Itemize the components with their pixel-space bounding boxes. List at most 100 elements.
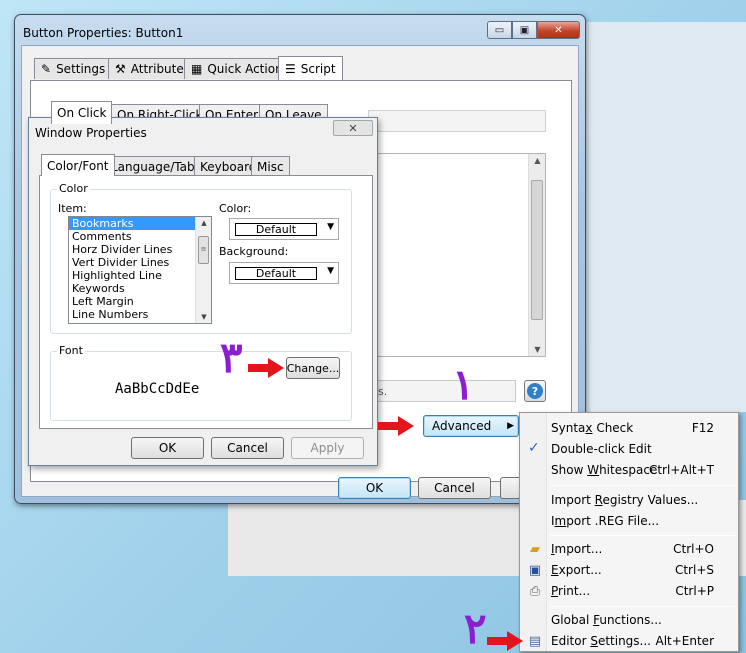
folder-icon: ▰ — [530, 541, 540, 557]
scroll-thumb[interactable] — [531, 180, 543, 320]
item-label: Item: — [58, 202, 87, 215]
subtab-on-click[interactable]: On Click — [51, 101, 113, 124]
menu-item-global-functions[interactable]: Global Functions... — [522, 610, 736, 630]
submenu-arrow-icon: ▶ — [507, 421, 514, 431]
wand-icon: ⚒ — [115, 62, 126, 76]
menu-item-label: Double-click Edit — [551, 442, 652, 456]
dialog-cancel-button[interactable]: Cancel — [211, 437, 284, 459]
chevron-down-icon[interactable]: ▼ — [327, 222, 334, 232]
list-item[interactable]: Highlighted Line — [69, 269, 211, 282]
list-item[interactable]: Comments — [69, 230, 211, 243]
minimize-button[interactable]: ▭ — [487, 21, 512, 39]
color-label: Color: — [219, 202, 252, 215]
scroll-thumb[interactable]: ≡ — [198, 236, 209, 264]
save-icon: ▣ — [528, 562, 542, 578]
menu-item-print[interactable]: ⎙ Print... Ctrl+P — [522, 581, 736, 601]
help-icon: ? — [527, 383, 543, 399]
tab-label: Settings — [56, 62, 106, 76]
editor-scrollbar[interactable]: ▲ ▼ — [528, 154, 545, 356]
close-button[interactable]: ✕ — [537, 21, 580, 39]
tab-settings[interactable]: ✎ Settings — [34, 58, 113, 79]
tab-misc[interactable]: Misc — [251, 156, 290, 176]
help-button[interactable]: ? — [524, 380, 546, 402]
list-scrollbar[interactable]: ▲ ≡ ▼ — [195, 217, 211, 323]
window-title: Button Properties: Button1 — [23, 26, 184, 40]
menu-item-double-click-edit[interactable]: ✓ Double-click Edit — [522, 439, 736, 459]
advanced-context-menu: Syntax Check F12 ✓ Double-click Edit Sho… — [519, 412, 739, 652]
menu-item-import-reg-file[interactable]: Import .REG File... — [522, 511, 736, 531]
background-select[interactable]: Default ▼ — [229, 262, 339, 284]
step-number-3: ٣ — [220, 333, 243, 382]
maximize-button[interactable]: ▣ — [512, 21, 537, 39]
color-swatch: Default — [235, 223, 317, 236]
menu-item-label: Show Whitespace — [551, 463, 658, 477]
menu-item-import-registry[interactable]: Import Registry Values... — [522, 490, 736, 510]
status-field: ns. — [368, 380, 516, 402]
pencil-icon: ✎ — [41, 62, 52, 76]
menu-item-label: Global Functions... — [551, 613, 662, 627]
dialog-ok-button[interactable]: OK — [131, 437, 204, 459]
menu-item-label: Import .REG File... — [551, 514, 660, 528]
color-group-label: Color — [57, 182, 90, 195]
scroll-up-icon[interactable]: ▲ — [529, 156, 546, 165]
menu-separator — [550, 485, 735, 486]
menu-item-label: Editor Settings... — [551, 634, 651, 648]
cancel-button[interactable]: Cancel — [418, 477, 491, 499]
tab-label: Attributes — [130, 62, 191, 76]
list-item[interactable]: Left Margin — [69, 295, 211, 308]
menu-item-shortcut: Ctrl+S — [674, 563, 714, 577]
script-editor[interactable]: ▲ ▼ — [376, 153, 546, 357]
step-number-1: ١ — [452, 360, 475, 409]
menu-item-shortcut: Ctrl+Alt+T — [648, 463, 714, 477]
list-item[interactable]: Line Numbers — [69, 308, 211, 321]
tab-color-font[interactable]: Color/Font — [41, 154, 115, 176]
list-item[interactable]: Bookmarks — [69, 217, 211, 230]
printer-icon: ⎙ — [529, 583, 541, 599]
red-arrow-icon — [248, 358, 284, 378]
menu-item-syntax-check[interactable]: Syntax Check F12 — [522, 418, 736, 438]
scroll-down-icon[interactable]: ▼ — [196, 313, 211, 321]
advanced-button[interactable]: Advanced ▶ — [423, 415, 519, 437]
ok-button[interactable]: OK — [338, 477, 411, 499]
tab-quick-action[interactable]: ▦ Quick Action — [184, 58, 290, 79]
menu-item-export[interactable]: ▣ Export... Ctrl+S — [522, 560, 736, 580]
menu-item-shortcut: Alt+Enter — [655, 634, 714, 648]
red-arrow-icon — [378, 416, 414, 436]
tab-label: Script — [300, 61, 336, 76]
scroll-down-icon[interactable]: ▼ — [529, 345, 546, 354]
background-panel-right — [586, 22, 746, 412]
list-item[interactable]: Vert Divider Lines — [69, 256, 211, 269]
dialog-apply-button[interactable]: Apply — [291, 437, 364, 459]
color-select[interactable]: Default ▼ — [229, 218, 339, 240]
tab-label: Quick Action — [207, 62, 283, 76]
menu-item-label: Import Registry Values... — [551, 493, 699, 507]
color-item-list[interactable]: Bookmarks Comments Horz Divider Lines Ve… — [68, 216, 212, 324]
chevron-down-icon[interactable]: ▼ — [327, 266, 334, 276]
advanced-button-label: Advanced — [432, 419, 492, 433]
background-swatch: Default — [235, 267, 317, 280]
menu-item-show-whitespace[interactable]: Show Whitespace Ctrl+Alt+T — [522, 460, 736, 480]
menu-item-label: Import... — [551, 542, 603, 556]
dialog-title: Window Properties — [35, 126, 147, 140]
tab-language-tabs[interactable]: Language/Tabs — [105, 156, 207, 176]
tab-script[interactable]: ☰ Script — [278, 56, 343, 80]
list-item[interactable]: Keywords — [69, 282, 211, 295]
red-arrow-icon — [487, 631, 523, 651]
caption-buttons: ▭ ▣ ✕ — [487, 21, 580, 39]
editor-settings-icon: ▤ — [528, 633, 542, 649]
font-group-label: Font — [57, 344, 85, 357]
script-hint-bar — [368, 110, 546, 132]
menu-item-editor-settings[interactable]: ▤ Editor Settings... Alt+Enter — [522, 631, 736, 651]
scroll-up-icon[interactable]: ▲ — [196, 219, 211, 227]
list-item[interactable]: Horz Divider Lines — [69, 243, 211, 256]
background-label: Background: — [219, 245, 289, 258]
menu-separator — [550, 606, 735, 607]
dialog-close-button[interactable]: ✕ — [333, 120, 373, 136]
font-sample: AaBbCcDdEe — [115, 381, 200, 397]
checkmark-icon: ✓ — [528, 440, 540, 456]
change-font-button[interactable]: Change... — [286, 357, 340, 379]
window-properties-dialog: Window Properties ✕ Color/Font Language/… — [28, 117, 378, 466]
grid-icon: ▦ — [191, 62, 203, 76]
menu-item-shortcut: F12 — [691, 421, 714, 435]
menu-item-import[interactable]: ▰ Import... Ctrl+O — [522, 539, 736, 559]
